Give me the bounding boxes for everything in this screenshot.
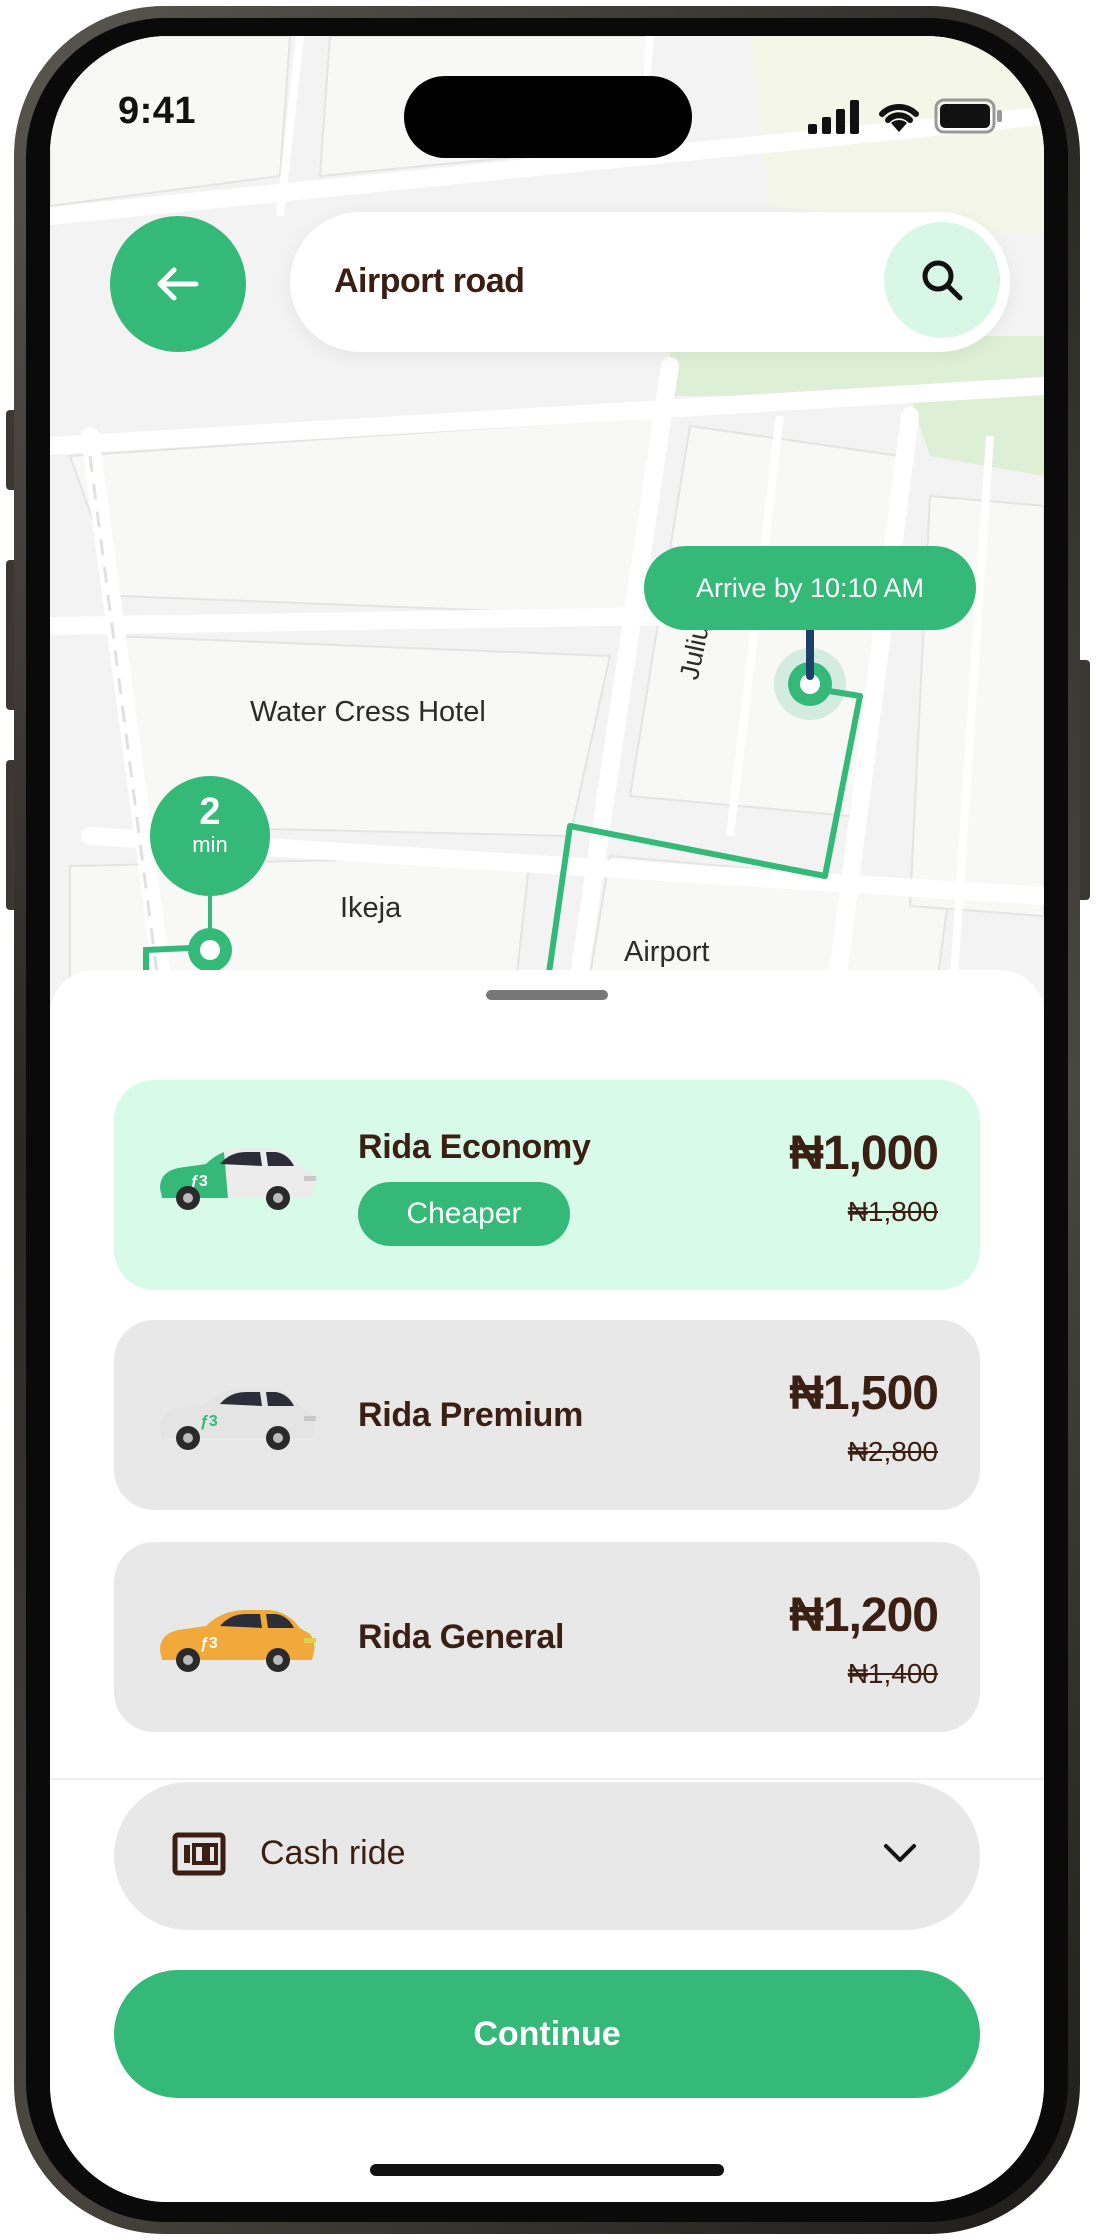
back-button[interactable] [110,216,246,352]
chevron-down-icon [884,1844,916,1862]
ride-old-price: ₦2,800 [847,1436,938,1467]
eta-bubble: 2 min [150,776,270,896]
ride-option-economy[interactable]: ƒ3 Rida Economy Cheaper ₦1,000 ₦1,800 [114,1080,980,1290]
svg-text:ƒ3: ƒ3 [200,1635,218,1652]
ride-price: ₦1,200 [789,1589,939,1642]
ride-old-price: ₦1,800 [847,1196,938,1227]
ride-name: Rida General [358,1618,565,1656]
svg-text:ƒ3: ƒ3 [200,1413,218,1430]
arrival-time-badge: Arrive by 10:10 AM [644,546,976,630]
ride-old-price: ₦1,400 [847,1658,938,1689]
ride-option-general[interactable]: ƒ3 Rida General ₦1,200 ₦1,400 [114,1542,980,1732]
car-general-icon: ƒ3 [160,1610,316,1672]
cash-icon [172,1832,226,1876]
phone-screen: Water Cress Hotel Ikeja Airport Julius b… [50,36,1044,2202]
arrow-left-icon [157,267,199,301]
ride-price: ₦1,000 [789,1127,939,1180]
map-label-hotel: Water Cress Hotel [250,696,486,728]
sheet-handle[interactable] [486,990,608,1000]
dynamic-island [404,76,692,158]
search-input[interactable]: Airport road [290,212,1010,352]
payment-method-select[interactable]: Cash ride [114,1782,980,1930]
signal-icon [808,100,859,134]
eta-value: 2 [199,791,221,833]
car-premium-icon: ƒ3 [160,1388,316,1450]
home-indicator[interactable] [370,2164,724,2176]
map-label-airport: Airport [624,936,710,968]
section-divider [50,1778,1044,1780]
continue-button[interactable]: Continue [114,1970,980,2098]
search-icon [922,260,963,301]
search-button[interactable] [884,222,1000,338]
battery-icon [934,98,1002,134]
map-label-area: Ikeja [340,892,402,924]
ride-name: Rida Economy [358,1128,591,1166]
car-economy-icon: ƒ3 [160,1148,316,1210]
ride-option-premium[interactable]: ƒ3 Rida Premium ₦1,500 ₦2,800 [114,1320,980,1510]
search-query: Airport road [334,262,525,300]
ride-name: Rida Premium [358,1396,584,1434]
payment-method-label: Cash ride [260,1834,406,1872]
wifi-icon [879,103,919,132]
ride-price: ₦1,500 [789,1367,939,1420]
cheaper-badge: Cheaper [358,1182,570,1246]
status-time: 9:41 [118,90,197,132]
eta-unit: min [192,832,228,857]
